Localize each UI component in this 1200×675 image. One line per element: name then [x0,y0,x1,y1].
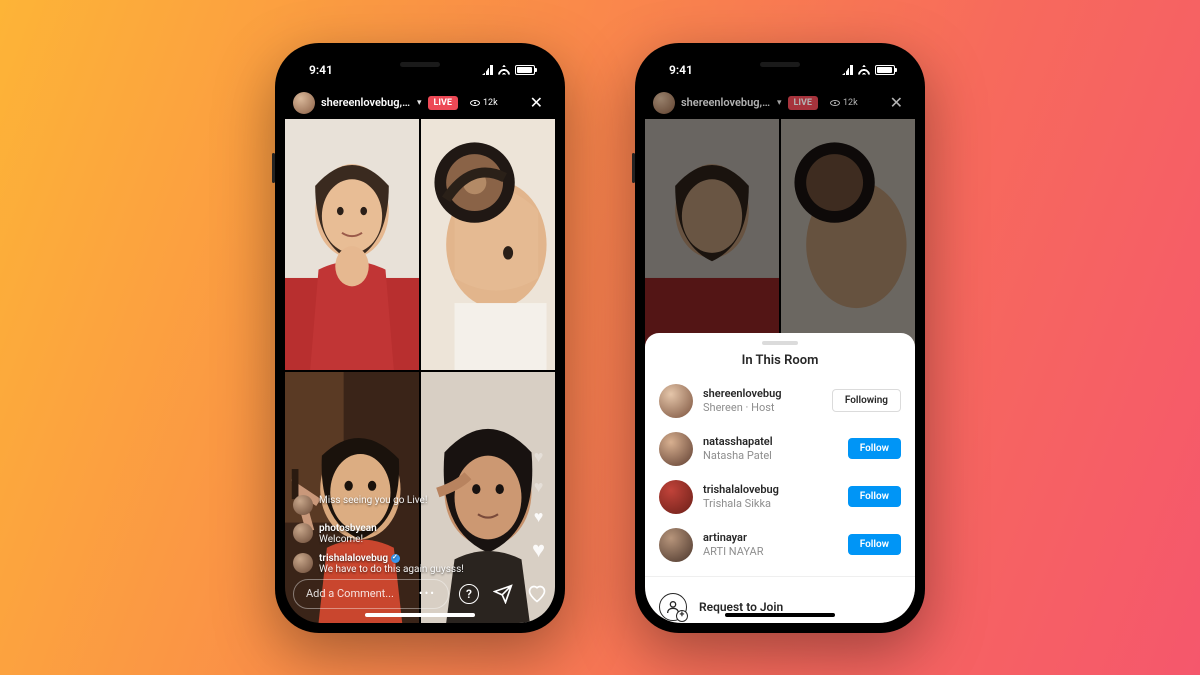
viewer-count-text: 12k [483,98,498,108]
room-participant: trishalalovebug Trishala Sikka Follow [659,474,901,520]
battery-icon [515,65,535,75]
commenter-avatar[interactable] [293,523,313,543]
comments-overlay: Miss seeing you go Live! photosbyean Wel… [293,495,547,575]
verified-badge-icon [391,554,400,563]
status-time: 9:41 [309,63,333,77]
separator [645,576,915,577]
chevron-down-icon[interactable]: ▾ [777,98,782,108]
viewer-count-text: 12k [843,98,858,108]
comment-user[interactable]: photosbyean [319,523,377,534]
participant-sub: ARTI NAYAR [703,545,763,559]
comment-text: We have to do this again guysss! [319,564,464,575]
heart-icon: ♥ [534,477,544,497]
host-avatar[interactable] [293,92,315,114]
participant-avatar[interactable] [659,480,693,514]
room-participant: shereenlovebug Shereen · Host Following [659,378,901,424]
sheet-handle[interactable] [762,341,798,345]
live-badge: LIVE [428,96,458,110]
questions-icon[interactable]: ? [459,584,479,604]
room-sheet: In This Room shereenlovebug Shereen · Ho… [645,333,915,623]
close-icon[interactable]: ✕ [526,93,547,112]
commenter-avatar[interactable] [293,553,313,573]
comment-input[interactable]: Add a Comment... ••• [293,579,449,609]
participant-user[interactable]: shereenlovebug [703,387,782,401]
room-participant: natasshapatel Natasha Patel Follow [659,426,901,472]
commenter-avatar[interactable] [293,495,313,515]
wifi-icon [497,65,511,75]
follow-button[interactable]: Follow [848,534,901,555]
notch [710,53,850,77]
request-join-icon: + [659,593,687,621]
participant-avatar[interactable] [659,432,693,466]
live-badge: LIVE [788,96,818,110]
participant-sub: Shereen · Host [703,401,782,415]
live-header: shereenlovebug, n... ▾ LIVE 12k ✕ [293,89,547,117]
comment-text: Miss seeing you go Live! [319,495,427,506]
home-indicator[interactable] [725,613,835,617]
more-icon[interactable]: ••• [419,587,436,600]
host-name[interactable]: shereenlovebug, n... [321,96,411,109]
video-cell-2[interactable] [421,119,555,370]
comment-text: Welcome! [319,534,377,545]
host-name[interactable]: shereenlovebug, n... [681,96,771,109]
wifi-icon [857,65,871,75]
participant-user[interactable]: trishalalovebug [703,483,779,497]
participant-sub: Trishala Sikka [703,497,779,511]
viewer-count[interactable]: 12k [464,96,504,110]
comment-item: photosbyean Welcome! [293,523,547,545]
participant-user[interactable]: natasshapatel [703,435,773,449]
eye-icon [830,100,840,106]
viewer-count[interactable]: 12k [824,96,864,110]
follow-button[interactable]: Follow [848,486,901,507]
sheet-title: In This Room [645,349,915,378]
phone-left: 9:41 shereenlovebug, n... ▾ LIVE 12k ✕ [275,43,565,633]
heart-icon: ♥ [534,447,544,467]
comment-user[interactable]: trishalalovebug [319,553,464,564]
comment-user-name: trishalalovebug [319,553,388,564]
participant-avatar[interactable] [659,384,693,418]
room-list: shereenlovebug Shereen · Host Following … [645,378,915,568]
comment-placeholder: Add a Comment... [306,587,394,600]
action-bar: Add a Comment... ••• ? [293,579,547,609]
request-label: Request to Join [699,600,783,614]
like-icon[interactable] [527,584,547,604]
follow-button[interactable]: Follow [848,438,901,459]
room-participant: artinayar ARTI NAYAR Follow [659,522,901,568]
comment-item: Miss seeing you go Live! [293,495,547,515]
participant-avatar[interactable] [659,528,693,562]
battery-icon [875,65,895,75]
notch [350,53,490,77]
following-button[interactable]: Following [832,389,901,412]
phone-right: 9:41 shereenlovebug, n... ▾ LIVE 12k ✕ [635,43,925,633]
video-cell-2 [781,119,915,370]
chevron-down-icon[interactable]: ▾ [417,98,422,108]
home-indicator[interactable] [365,613,475,617]
close-icon[interactable]: ✕ [886,93,907,112]
participant-user[interactable]: artinayar [703,531,763,545]
live-header: shereenlovebug, n... ▾ LIVE 12k ✕ [653,89,907,117]
video-cell-1[interactable] [285,119,419,370]
comment-item: trishalalovebug We have to do this again… [293,553,547,575]
eye-icon [470,100,480,106]
video-cell-1 [645,119,779,370]
host-avatar[interactable] [653,92,675,114]
participant-sub: Natasha Patel [703,449,773,463]
status-time: 9:41 [669,63,693,77]
send-icon[interactable] [493,584,513,604]
